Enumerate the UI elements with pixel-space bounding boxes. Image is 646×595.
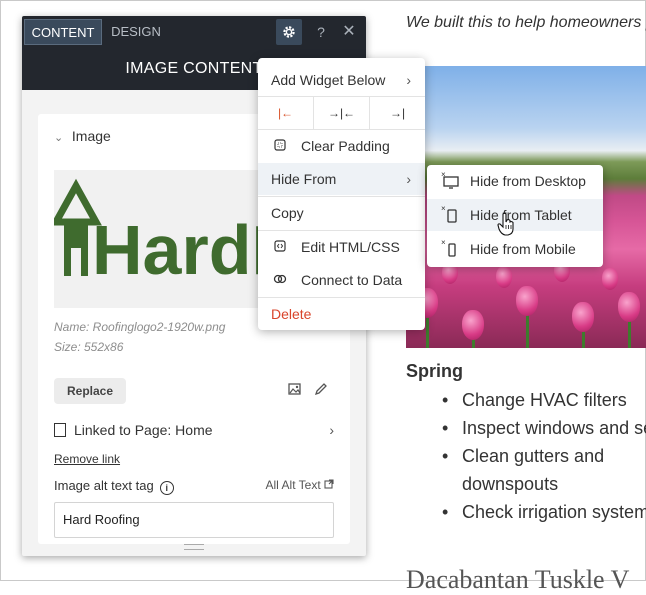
alt-text-label: Image alt text tag i — [54, 478, 174, 495]
pencil-icon[interactable] — [310, 380, 332, 402]
hand-cursor-icon — [497, 212, 514, 236]
menu-item-label: Hide from Mobile — [470, 241, 576, 257]
resize-handle[interactable] — [184, 544, 204, 550]
chevron-right-icon: › — [406, 171, 411, 187]
chevron-right-icon: › — [329, 422, 334, 438]
svg-text:×: × — [441, 238, 446, 247]
tab-design[interactable]: DESIGN — [104, 19, 168, 45]
align-left-icon[interactable]: |← — [258, 97, 313, 129]
list-item: • Check irrigation system — [442, 502, 646, 522]
intro-text: We built this to help homeowners p — [406, 14, 646, 31]
next-section-heading: Dacabantan Tuskle V — [406, 565, 630, 594]
menu-item-hide-from[interactable]: Hide From › — [258, 163, 425, 195]
list-item: • Inspect windows and se — [442, 418, 646, 438]
menu-item-label: Clear Padding — [301, 138, 390, 154]
list-item: downspouts — [462, 474, 559, 494]
tablet-hidden-icon: × — [441, 199, 459, 231]
alignment-row: |← →|← →| — [258, 97, 425, 129]
page-icon — [54, 423, 66, 437]
code-icon — [272, 231, 288, 263]
help-icon[interactable]: ? — [308, 19, 334, 45]
align-center-icon[interactable]: →|← — [313, 97, 370, 129]
image-section-toggle[interactable]: ⌄ Image — [54, 128, 111, 144]
svg-text:×: × — [441, 204, 446, 213]
info-icon[interactable]: i — [159, 481, 174, 495]
menu-item-label: Hide from Tablet — [470, 207, 572, 223]
menu-item-label: Copy — [271, 205, 304, 221]
close-icon[interactable]: ✕ — [336, 19, 362, 45]
menu-item-edit-html[interactable]: Edit HTML/CSS — [258, 231, 425, 263]
menu-item-delete[interactable]: Delete — [258, 298, 425, 330]
image-edit-icon[interactable] — [284, 380, 306, 402]
panel-tab-bar: CONTENT DESIGN ? ✕ — [22, 16, 366, 48]
tips-list: • Change HVAC filters • Inspect windows an… — [420, 386, 646, 526]
padding-icon — [272, 130, 288, 162]
hide-from-submenu: × Hide from Desktop × Hide from Tablet ×… — [427, 165, 603, 267]
chevron-down-icon: ⌄ — [54, 132, 64, 144]
mobile-hidden-icon: × — [441, 233, 459, 265]
widget-context-menu: Add Widget Below › |← →|← →| Clear Paddi… — [258, 58, 425, 330]
desktop-hidden-icon: × — [441, 165, 459, 197]
season-heading: Spring — [406, 361, 463, 381]
menu-item-label: Hide from Desktop — [470, 173, 586, 189]
menu-item-hide-tablet[interactable]: × Hide from Tablet — [427, 199, 603, 231]
gear-icon[interactable] — [276, 19, 302, 45]
align-right-icon[interactable]: →| — [370, 97, 425, 129]
list-item: • Change HVAC filters — [442, 390, 627, 410]
replace-button[interactable]: Replace — [54, 378, 126, 404]
chevron-right-icon: › — [406, 72, 411, 88]
remove-link[interactable]: Remove link — [54, 452, 120, 466]
tab-content[interactable]: CONTENT — [24, 19, 102, 45]
list-item: • Clean gutters and — [442, 446, 605, 466]
menu-item-hide-desktop[interactable]: × Hide from Desktop — [427, 165, 603, 197]
menu-item-label: Hide From — [271, 171, 337, 187]
menu-item-label: Connect to Data — [301, 272, 403, 288]
menu-item-label: Delete — [271, 306, 312, 322]
link-icon — [272, 264, 288, 296]
menu-item-copy[interactable]: Copy — [258, 197, 425, 229]
image-name: Name: Roofinglogo2-1920w.png — [54, 320, 226, 334]
section-label: Image — [71, 128, 111, 144]
menu-item-add-widget-below[interactable]: Add Widget Below › — [258, 64, 425, 96]
image-size: Size: 552x86 — [54, 340, 124, 354]
linked-page-row[interactable]: Linked to Page: Home › — [54, 422, 334, 444]
menu-item-label: Edit HTML/CSS — [301, 239, 400, 255]
menu-item-clear-padding[interactable]: Clear Padding — [258, 130, 425, 162]
alt-text-input[interactable]: Hard Roofing — [54, 502, 334, 538]
menu-item-hide-mobile[interactable]: × Hide from Mobile — [427, 233, 603, 265]
all-alt-text-label: All Alt Text — [265, 478, 321, 492]
all-alt-text-link[interactable]: All Alt Text — [266, 478, 334, 492]
linked-page-label: Linked to Page: Home — [74, 422, 213, 438]
alt-text-label-text: Image alt text tag — [54, 478, 154, 493]
menu-item-connect-data[interactable]: Connect to Data — [258, 264, 425, 296]
external-link-icon — [324, 478, 334, 492]
menu-item-label: Add Widget Below — [271, 72, 386, 88]
